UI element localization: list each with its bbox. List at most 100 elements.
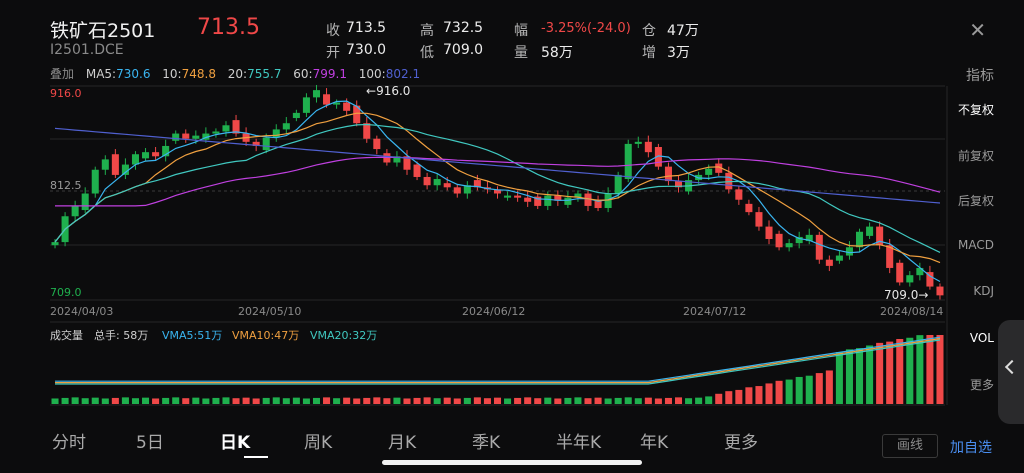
side-item-no-adjust[interactable]: 不复权 bbox=[924, 101, 994, 118]
candle-body bbox=[433, 179, 441, 186]
volume-bar bbox=[242, 397, 250, 404]
side-item-vol[interactable]: VOL bbox=[924, 331, 994, 345]
volume-bar bbox=[654, 398, 662, 404]
candle-body bbox=[373, 138, 381, 150]
volume-bar bbox=[906, 337, 914, 404]
candle-body bbox=[614, 174, 622, 194]
candle-body bbox=[192, 135, 200, 139]
candle-body bbox=[363, 123, 371, 139]
active-tab-indicator bbox=[244, 456, 268, 458]
side-item-kdj[interactable]: KDJ bbox=[924, 284, 994, 298]
volume-bar bbox=[51, 398, 59, 404]
tab-yearly-k[interactable]: 年K bbox=[640, 428, 724, 453]
candle-body bbox=[182, 133, 190, 139]
collapse-handle-icon[interactable] bbox=[998, 320, 1024, 424]
candle-body bbox=[544, 195, 552, 206]
volume-bar bbox=[735, 389, 743, 404]
candle-body bbox=[604, 193, 612, 208]
volume-bar bbox=[765, 383, 773, 404]
volume-bar bbox=[745, 387, 753, 404]
tab-5day[interactable]: 5日 bbox=[136, 428, 220, 453]
tab-more[interactable]: 更多 bbox=[724, 428, 808, 453]
candle-body bbox=[71, 205, 79, 217]
volume-bar bbox=[373, 397, 381, 404]
candle-body bbox=[212, 131, 220, 134]
volume-bar bbox=[705, 396, 713, 404]
side-item-forward-adjust[interactable]: 前复权 bbox=[924, 147, 994, 164]
draw-line-button[interactable]: 画线 bbox=[882, 434, 938, 458]
candle-body bbox=[111, 154, 119, 175]
tab-monthly-k[interactable]: 月K bbox=[388, 428, 472, 453]
volume-bar bbox=[876, 342, 884, 404]
volume-bar bbox=[564, 397, 572, 404]
kline-chart[interactable] bbox=[0, 0, 1024, 473]
candle-body bbox=[81, 193, 89, 211]
candle-body bbox=[644, 141, 652, 153]
volume-bar bbox=[664, 397, 672, 404]
volume-bar bbox=[71, 397, 79, 404]
low-marker: 709.0→ bbox=[884, 288, 929, 302]
y-max-label: 916.0 bbox=[50, 87, 82, 100]
candle-body bbox=[514, 195, 522, 198]
home-indicator bbox=[382, 460, 642, 465]
volume-bar bbox=[292, 397, 300, 404]
side-item-more[interactable]: 更多 bbox=[924, 376, 994, 393]
candle-body bbox=[413, 164, 421, 177]
volume-bar bbox=[554, 398, 562, 404]
high-marker: ←916.0 bbox=[366, 84, 411, 98]
volume-bar bbox=[614, 397, 622, 404]
add-favorite-button[interactable]: 加自选 bbox=[950, 437, 992, 457]
vma5-legend: VMA5:51万 bbox=[162, 329, 223, 342]
candle-body bbox=[312, 90, 321, 98]
volume-bar bbox=[504, 398, 512, 404]
candle-body bbox=[785, 243, 793, 248]
date-label-3: 2024/06/12 bbox=[462, 305, 526, 318]
volume-bar bbox=[574, 397, 582, 404]
volume-bar bbox=[775, 380, 783, 404]
volume-bar bbox=[674, 397, 683, 404]
tab-quarterly-k[interactable]: 季K bbox=[472, 428, 556, 453]
volume-bar bbox=[473, 397, 481, 404]
candle-body bbox=[302, 97, 310, 113]
tab-halfyear-k[interactable]: 半年K bbox=[556, 428, 640, 453]
period-tabs: 分时 5日 日K 周K 月K 季K 半年K 年K 更多 bbox=[52, 428, 808, 453]
volume-total: 总手: 58万 bbox=[94, 329, 149, 342]
candle-body bbox=[856, 231, 864, 248]
volume-bar bbox=[252, 398, 260, 404]
date-label-1: 2024/04/03 bbox=[50, 305, 114, 318]
side-item-macd[interactable]: MACD bbox=[924, 238, 994, 252]
volume-bar bbox=[232, 398, 240, 404]
volume-bar bbox=[212, 397, 220, 404]
volume-bar bbox=[695, 397, 703, 404]
candle-body bbox=[835, 255, 843, 261]
candle-body bbox=[564, 197, 572, 205]
tab-intraday[interactable]: 分时 bbox=[52, 428, 136, 453]
candle-body bbox=[142, 152, 150, 159]
volume-bar bbox=[302, 398, 310, 404]
tab-daily-k[interactable]: 日K bbox=[220, 428, 304, 453]
candle-body bbox=[152, 152, 160, 157]
candle-body bbox=[131, 154, 139, 165]
volume-bar bbox=[353, 398, 361, 404]
volume-bar bbox=[886, 341, 894, 404]
volume-bar bbox=[866, 345, 874, 404]
candle-body bbox=[292, 112, 300, 119]
volume-bar bbox=[423, 397, 431, 404]
volume-bar bbox=[785, 379, 793, 404]
volume-bar bbox=[514, 397, 522, 404]
volume-bar bbox=[91, 397, 99, 404]
candle-body bbox=[423, 176, 431, 186]
volume-bar bbox=[262, 397, 270, 404]
volume-bar bbox=[272, 397, 280, 404]
volume-bar bbox=[544, 397, 552, 404]
volume-bar bbox=[383, 398, 391, 404]
volume-bar bbox=[131, 398, 139, 404]
date-label-5: 2024/08/14 bbox=[880, 305, 944, 318]
y-min-label: 709.0 bbox=[50, 286, 82, 299]
volume-title: 成交量 bbox=[50, 329, 83, 342]
side-item-backward-adjust[interactable]: 后复权 bbox=[924, 192, 994, 209]
tab-weekly-k[interactable]: 周K bbox=[304, 428, 388, 453]
volume-bar bbox=[393, 397, 401, 404]
date-label-4: 2024/07/12 bbox=[683, 305, 747, 318]
candle-body bbox=[845, 247, 853, 256]
